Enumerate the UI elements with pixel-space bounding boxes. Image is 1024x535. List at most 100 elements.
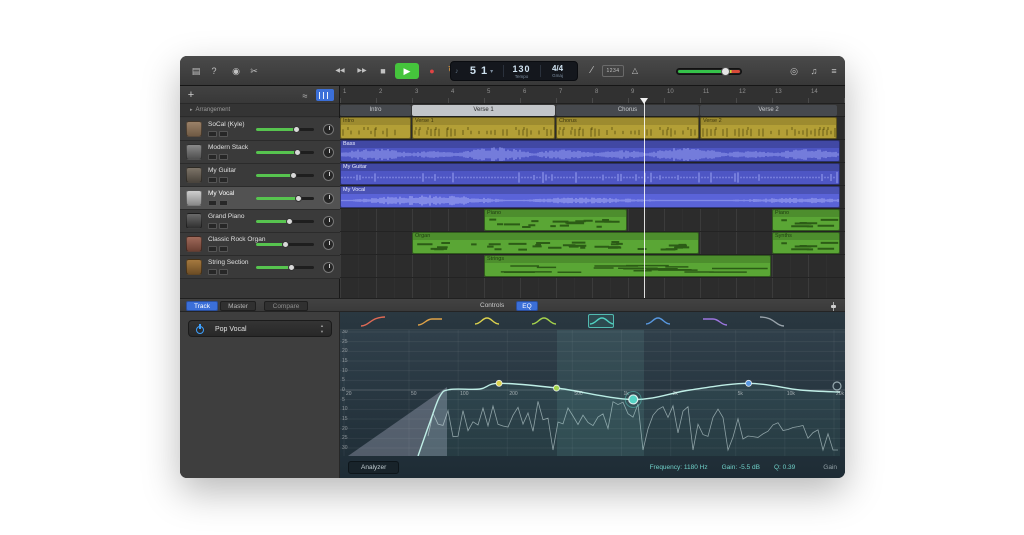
arrangement-section-intro[interactable]: Intro	[340, 105, 411, 116]
bell-2-band-button[interactable]	[531, 314, 557, 328]
media-browser-button[interactable]: ♫	[806, 63, 822, 79]
q-readout[interactable]: Q: 0.39	[774, 464, 795, 471]
editors-button[interactable]: ✂	[246, 63, 262, 79]
analyzer-button[interactable]: Analyzer	[348, 461, 399, 474]
mute-button[interactable]	[208, 246, 217, 252]
track-volume-slider[interactable]	[256, 128, 314, 131]
smart-controls-button[interactable]: ◉	[228, 63, 244, 79]
solo-button[interactable]	[219, 269, 228, 275]
region-organ[interactable]: Organ	[412, 232, 699, 254]
region-my-guitar[interactable]: My Guitar	[340, 163, 840, 185]
tab-track[interactable]: Track	[186, 301, 218, 311]
region-synths[interactable]: Synths	[772, 232, 840, 254]
region-strings[interactable]: Strings	[484, 255, 771, 277]
high-shelf-band-button[interactable]	[702, 314, 728, 328]
track-header-string-section[interactable]: String Section	[180, 256, 340, 279]
track-volume-slider[interactable]	[256, 197, 314, 200]
highpass-band-button[interactable]	[360, 314, 386, 328]
pan-knob[interactable]	[323, 147, 334, 158]
stop-button[interactable]: ■	[374, 63, 392, 79]
region-bass[interactable]: Bass	[340, 140, 840, 162]
low-shelf-band-button[interactable]	[417, 314, 443, 328]
tab-controls[interactable]: Controls	[480, 302, 504, 309]
preset-stepper[interactable]: ▲▼	[320, 323, 324, 335]
lcd-position-section[interactable]: 5 1 ▾	[461, 62, 503, 80]
tab-eq[interactable]: EQ	[516, 301, 538, 311]
display-list-button[interactable]: ≡	[826, 63, 842, 79]
lcd-tempo-section[interactable]: 130 Tempo	[504, 62, 540, 80]
master-volume-knob[interactable]	[721, 67, 730, 76]
playhead[interactable]	[644, 98, 645, 298]
region-piano-1[interactable]: Piano	[484, 209, 627, 231]
track-volume-slider[interactable]	[256, 220, 314, 223]
track-header-my-guitar[interactable]: My Guitar	[180, 164, 340, 187]
fader-icon[interactable]	[829, 302, 837, 311]
track-header-socal-kyle[interactable]: SoCal (Kyle)	[180, 118, 340, 141]
solo-button[interactable]	[219, 200, 228, 206]
compare-button[interactable]: Compare	[264, 301, 308, 311]
track-header-grand-piano[interactable]: Grand Piano	[180, 210, 340, 233]
solo-button[interactable]	[219, 131, 228, 137]
loop-browser-button[interactable]: ◎	[786, 63, 802, 79]
solo-button[interactable]	[219, 223, 228, 229]
bell-1-band-button[interactable]	[474, 314, 500, 328]
pan-knob[interactable]	[323, 262, 334, 273]
track-volume-slider[interactable]	[256, 151, 314, 154]
mute-button[interactable]	[208, 154, 217, 160]
region-piano-2[interactable]: Piano	[772, 209, 840, 231]
pan-knob[interactable]	[323, 216, 334, 227]
track-volume-slider[interactable]	[256, 243, 314, 246]
preset-dropdown[interactable]: Pop Vocal ▲▼	[188, 320, 332, 337]
add-track-button[interactable]: +	[184, 88, 198, 102]
tab-master[interactable]: Master	[220, 301, 256, 311]
eq-graph[interactable]: 30252015105051015202530 20501002005001k2…	[340, 330, 845, 456]
mixer-toggle-button[interactable]	[316, 89, 334, 101]
region-drums-verse-1[interactable]: Verse 1	[412, 117, 555, 139]
mute-button[interactable]	[208, 223, 217, 229]
arrangement-header-row[interactable]: ▸Arrangement	[180, 104, 339, 117]
arrangement-section-chorus[interactable]: Chorus	[556, 105, 699, 116]
tuner-button[interactable]: ∕	[586, 63, 598, 79]
play-button[interactable]: ▶	[395, 63, 419, 79]
master-volume-slider[interactable]	[676, 68, 742, 75]
pan-knob[interactable]	[323, 124, 334, 135]
forward-button[interactable]: ▶▶	[352, 63, 372, 79]
track-header-classic-rock-organ[interactable]: Classic Rock Organ	[180, 233, 340, 256]
bell-3-band-button[interactable]	[588, 314, 614, 328]
automation-button[interactable]: ≈	[298, 88, 312, 102]
region-drums-intro[interactable]: Intro	[340, 117, 411, 139]
pan-knob[interactable]	[323, 170, 334, 181]
region-drums-verse-2[interactable]: Verse 2	[700, 117, 837, 139]
mute-button[interactable]	[208, 131, 217, 137]
pan-knob[interactable]	[323, 193, 334, 204]
bell-4-band-button[interactable]	[645, 314, 671, 328]
region-my-vocal[interactable]: My Vocal	[340, 186, 840, 208]
mute-button[interactable]	[208, 200, 217, 206]
rewind-button[interactable]: ◀◀	[330, 63, 350, 79]
record-button[interactable]: ●	[423, 63, 441, 79]
track-header-my-vocal[interactable]: My Vocal	[180, 187, 340, 210]
arrangement-section-verse-2[interactable]: Verse 2	[700, 105, 837, 116]
track-header-modern-stack[interactable]: Modern Stack	[180, 141, 340, 164]
lcd-display[interactable]: ♪ 5 1 ▾ 130 Tempo 4/4 Gmaj	[450, 61, 578, 81]
track-volume-slider[interactable]	[256, 266, 314, 269]
solo-button[interactable]	[219, 246, 228, 252]
region-drums-chorus[interactable]: Chorus	[556, 117, 699, 139]
frequency-readout[interactable]: Frequency: 1180 Hz	[650, 464, 708, 471]
arrangement-section-verse-1[interactable]: Verse 1	[412, 105, 555, 116]
power-icon[interactable]	[196, 325, 205, 334]
mute-button[interactable]	[208, 177, 217, 183]
pan-knob[interactable]	[323, 239, 334, 250]
timeline-ruler[interactable]: 1234567891011121314	[340, 86, 845, 104]
lowpass-band-button[interactable]	[759, 314, 785, 328]
gain-readout[interactable]: Gain: -5.5 dB	[722, 464, 760, 471]
mute-button[interactable]	[208, 269, 217, 275]
solo-button[interactable]	[219, 177, 228, 183]
solo-button[interactable]	[219, 154, 228, 160]
metronome-button[interactable]: △	[628, 63, 642, 79]
count-in-button[interactable]: 1234	[602, 65, 624, 77]
quick-help-button[interactable]: ?	[206, 63, 222, 79]
library-button[interactable]: ▤	[188, 63, 204, 79]
track-volume-slider[interactable]	[256, 174, 314, 177]
lcd-signature-section[interactable]: 4/4 Gmaj	[541, 62, 575, 80]
